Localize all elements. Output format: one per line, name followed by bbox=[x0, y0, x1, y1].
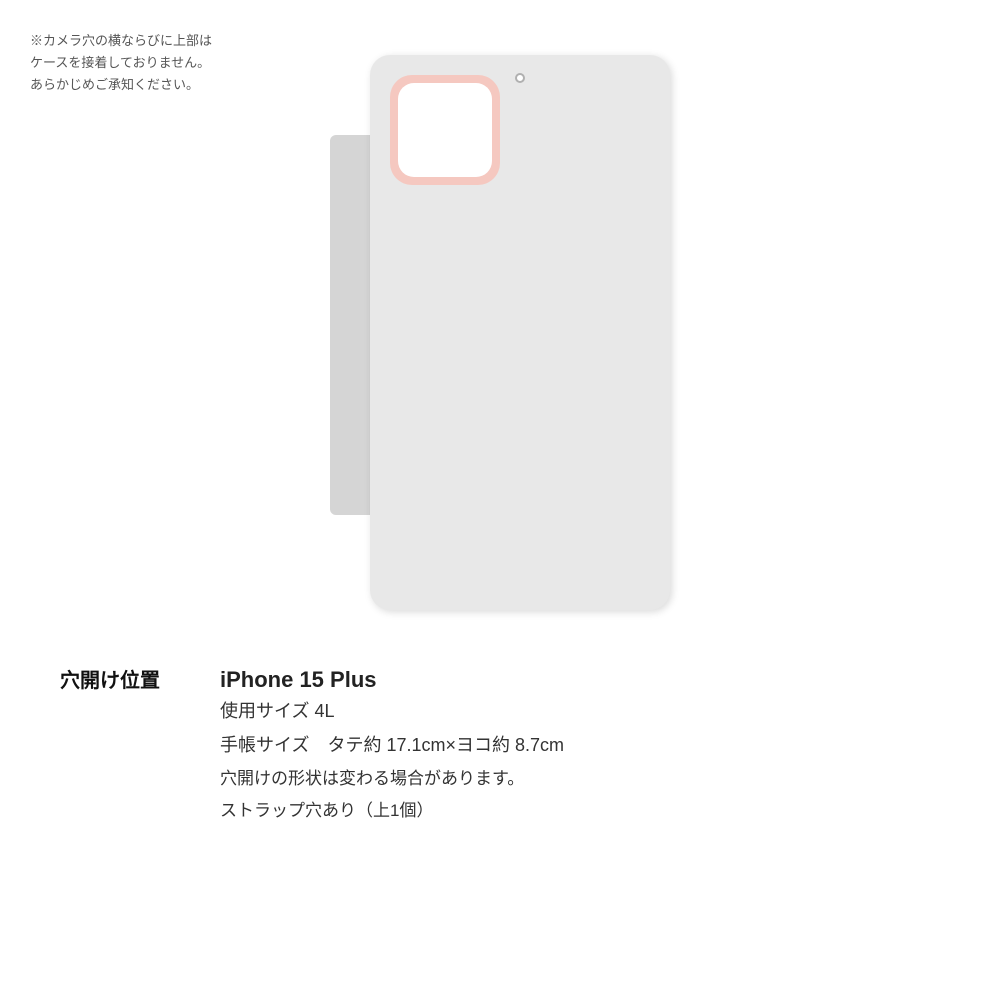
device-name: iPhone 15 Plus bbox=[220, 667, 564, 693]
note-text: ※カメラ穴の横ならびに上部は ケースを接着しておりません。 あらかじめご承知くだ… bbox=[30, 30, 212, 96]
strap-hole bbox=[515, 73, 525, 83]
phone-case-body bbox=[330, 55, 670, 615]
hole-position-label: 穴開け位置 bbox=[60, 664, 220, 693]
hole-shape: 穴開けの形状は変わる場合があります。 bbox=[220, 764, 564, 795]
strap-info: ストラップ穴あり（上1個） bbox=[220, 796, 564, 827]
page-container: ※カメラ穴の横ならびに上部は ケースを接着しておりません。 あらかじめご承知くだ… bbox=[0, 0, 1000, 1000]
size-label: 使用サイズ 4L bbox=[220, 695, 564, 727]
hole-position-row: 穴開け位置 iPhone 15 Plus 使用サイズ 4L 手帳サイズ タテ約 … bbox=[60, 660, 940, 831]
note-line1: ※カメラ穴の横ならびに上部は bbox=[30, 30, 212, 52]
notebook-size: 手帳サイズ タテ約 17.1cm×ヨコ約 8.7cm bbox=[220, 729, 564, 761]
note-line3: あらかじめご承知ください。 bbox=[30, 74, 212, 96]
specs-block: iPhone 15 Plus 使用サイズ 4L 手帳サイズ タテ約 17.1cm… bbox=[220, 667, 564, 827]
info-section: 穴開け位置 iPhone 15 Plus 使用サイズ 4L 手帳サイズ タテ約 … bbox=[0, 640, 1000, 851]
camera-cutout bbox=[390, 75, 500, 185]
note-line2: ケースを接着しておりません。 bbox=[30, 52, 212, 74]
camera-cutout-inner bbox=[398, 83, 492, 177]
case-illustration: ※カメラ穴の横ならびに上部は ケースを接着しておりません。 あらかじめご承知くだ… bbox=[0, 0, 1000, 640]
case-main-panel bbox=[370, 55, 670, 610]
